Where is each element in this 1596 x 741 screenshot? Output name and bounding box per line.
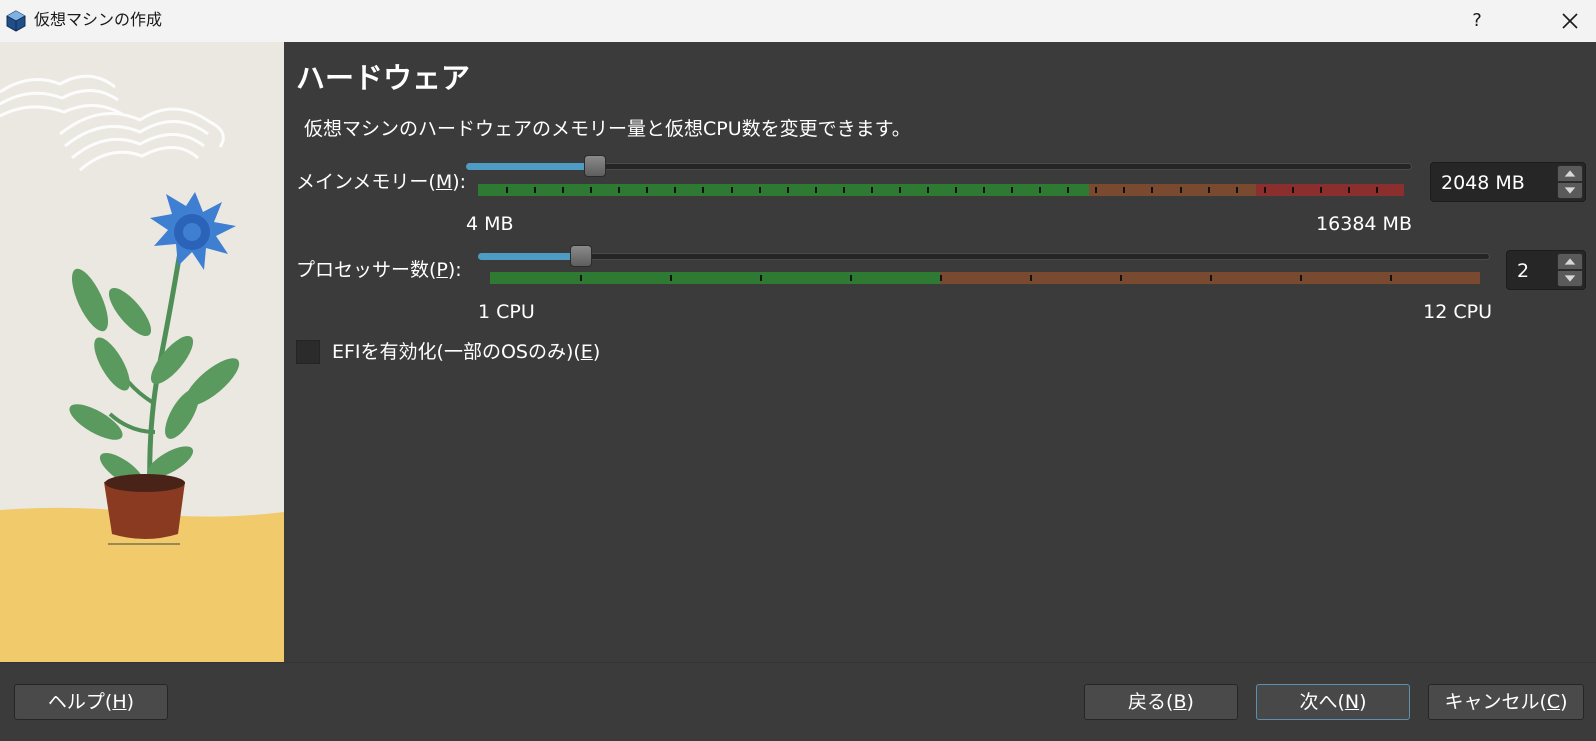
scale-tick (1319, 187, 1322, 193)
scale-tick (940, 275, 942, 281)
scale-tick (1291, 187, 1294, 193)
page-description: 仮想マシンのハードウェアのメモリー量と仮想CPU数を変更できます。 (304, 118, 911, 140)
memory-slider[interactable] (466, 155, 1412, 177)
scale-tick (670, 275, 672, 281)
memory-spinbox-value[interactable]: 2048 MB (1441, 171, 1525, 195)
scale-tick (580, 275, 582, 281)
cpu-max-label: 12 CPU (1423, 301, 1492, 323)
scale-tick (674, 187, 677, 193)
scale-tick (814, 187, 817, 193)
help-button[interactable]: ヘルプ(H) (14, 684, 168, 720)
title-bar: 仮想マシンの作成 ? (0, 0, 1596, 42)
scale-tick (850, 275, 852, 281)
scale-tick (1151, 187, 1154, 193)
wizard-watermark-image (0, 42, 284, 662)
scale-tick (562, 187, 565, 193)
scale-tick (1095, 187, 1098, 193)
memory-label: メインメモリー(M): (296, 171, 467, 193)
scale-tick (786, 187, 789, 193)
cpu-label: プロセッサー数(P): (296, 259, 462, 281)
back-button[interactable]: 戻る(B) (1084, 684, 1238, 720)
scale-tick (870, 187, 873, 193)
memory-increment-icon[interactable] (1557, 165, 1583, 182)
scale-tick (1375, 187, 1378, 193)
scale-tick (1011, 187, 1014, 193)
cpu-slider[interactable] (478, 245, 1490, 267)
help-question-button[interactable]: ? (1462, 6, 1492, 36)
scale-tick (1207, 187, 1210, 193)
cpu-spinbox-value[interactable]: 2 (1517, 259, 1529, 283)
memory-spinbox[interactable]: 2048 MB (1430, 162, 1586, 202)
efi-checkbox[interactable] (296, 340, 320, 364)
cpu-slider-handle[interactable] (570, 245, 592, 267)
efi-checkbox-label[interactable]: EFIを有効化(一部のOSのみ)(E) (332, 340, 600, 364)
memory-slider-handle[interactable] (584, 155, 607, 177)
scale-tick (590, 187, 593, 193)
cancel-button[interactable]: キャンセル(C) (1428, 684, 1584, 720)
scale-tick (646, 187, 649, 193)
scale-tick (702, 187, 705, 193)
memory-decrement-icon[interactable] (1557, 182, 1583, 199)
scale-tick (1123, 187, 1126, 193)
scale-tick (926, 187, 929, 193)
scale-tick (983, 187, 986, 193)
virtualbox-cube-icon (6, 10, 26, 32)
scale-tick (1263, 187, 1266, 193)
scale-tick (506, 187, 509, 193)
cpu-increment-icon[interactable] (1557, 253, 1583, 270)
scale-tick (1179, 187, 1182, 193)
window-title: 仮想マシンの作成 (34, 10, 163, 29)
scale-tick (760, 275, 762, 281)
memory-band-danger (1255, 184, 1404, 196)
scale-tick (955, 187, 958, 193)
scale-tick (898, 187, 901, 193)
scale-tick (842, 187, 845, 193)
scale-tick (1030, 275, 1032, 281)
scale-tick (758, 187, 761, 193)
close-icon[interactable] (1553, 6, 1587, 36)
scale-tick (1390, 275, 1392, 281)
scale-tick (618, 187, 621, 193)
cpu-range-band (490, 272, 1480, 284)
scale-tick (534, 187, 537, 193)
cpu-spinbox[interactable]: 2 (1506, 250, 1586, 290)
page-title: ハードウェア (296, 61, 471, 95)
scale-tick (1067, 187, 1070, 193)
scale-tick (1039, 187, 1042, 193)
cpu-decrement-icon[interactable] (1557, 270, 1583, 287)
memory-band-recommended (478, 184, 1090, 196)
memory-min-label: 4 MB (466, 213, 514, 235)
footer-divider (0, 662, 1596, 663)
scale-tick (1120, 275, 1122, 281)
scale-tick (1347, 187, 1350, 193)
next-button[interactable]: 次へ(N) (1256, 684, 1410, 720)
scale-tick (1235, 187, 1238, 193)
memory-range-band (478, 184, 1404, 196)
scale-tick (1300, 275, 1302, 281)
scale-tick (730, 187, 733, 193)
memory-band-warning (1089, 184, 1256, 196)
scale-tick (1210, 275, 1212, 281)
cpu-band-recommended (490, 272, 941, 284)
memory-max-label: 16384 MB (1316, 213, 1412, 235)
cpu-min-label: 1 CPU (478, 301, 535, 323)
